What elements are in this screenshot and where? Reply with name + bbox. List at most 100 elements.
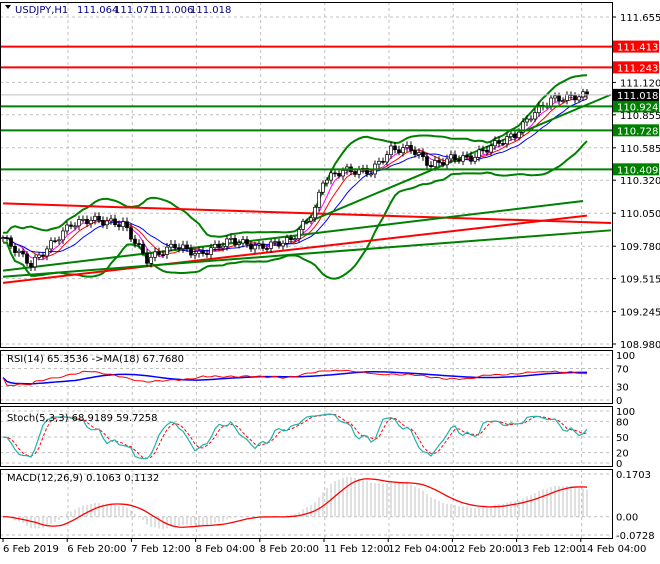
macd-panel[interactable]: [3, 477, 587, 529]
candle: [18, 248, 21, 256]
candle: [122, 218, 125, 231]
candle-body: [318, 192, 321, 207]
x-tick-label: 8 Feb 04:00: [196, 544, 255, 555]
candle-body: [494, 141, 497, 146]
candle: [30, 260, 33, 271]
level-price-label: 110.728: [617, 126, 658, 137]
candle-body: [102, 220, 105, 224]
candle: [334, 170, 337, 177]
candle-body: [242, 240, 245, 243]
candle: [54, 237, 57, 243]
y-tick-label: 70: [616, 365, 629, 376]
candle-body: [238, 243, 241, 245]
candle-body: [190, 249, 193, 255]
candle: [302, 219, 305, 234]
rsi-panel[interactable]: [3, 370, 587, 385]
candle: [406, 141, 409, 152]
candle-body: [466, 156, 469, 157]
current-price-label: 111.018: [617, 91, 658, 102]
candle-body: [254, 245, 257, 249]
candle-body: [562, 101, 565, 102]
candle: [70, 221, 73, 229]
candle: [270, 239, 273, 253]
candle-body: [186, 245, 189, 249]
candle: [378, 158, 381, 168]
candle-body: [426, 157, 429, 166]
candle-body: [422, 152, 425, 156]
candle: [554, 93, 557, 103]
candle-body: [390, 146, 393, 155]
candle-body: [162, 255, 165, 256]
candle-body: [58, 240, 61, 241]
candle-body: [202, 251, 205, 253]
candle-body: [518, 132, 521, 137]
candle-body: [490, 146, 493, 152]
candle-body: [298, 229, 301, 238]
candle-body: [478, 150, 481, 158]
candle-body: [438, 160, 441, 162]
candle: [410, 141, 413, 154]
candle-body: [226, 239, 229, 246]
candle-body: [154, 252, 157, 257]
candle-body: [210, 248, 213, 255]
candle: [458, 156, 461, 164]
candle-body: [150, 257, 153, 263]
candle: [2, 235, 5, 242]
candle-body: [274, 242, 277, 243]
candle: [278, 239, 281, 249]
y-tick-label: -0.0728: [616, 531, 655, 542]
candle-body: [370, 174, 373, 175]
candle: [198, 247, 201, 258]
candle: [78, 216, 81, 230]
x-tick-label: 8 Feb 20:00: [260, 544, 319, 555]
candle-body: [138, 244, 141, 245]
candle-body: [458, 160, 461, 161]
candle-body: [506, 137, 509, 144]
candle-body: [106, 221, 109, 225]
candle-body: [354, 172, 357, 175]
candle-body: [498, 141, 501, 144]
candle-body: [322, 183, 325, 192]
candle-body: [442, 162, 445, 164]
candle-body: [402, 148, 405, 153]
candle-body: [22, 251, 25, 254]
candle-body: [46, 249, 49, 256]
trendline: [3, 230, 611, 276]
candle: [258, 241, 261, 250]
y-tick-label: 108.980: [620, 340, 660, 351]
chart-canvas[interactable]: 111.655111.120110.855110.585110.320110.0…: [0, 0, 660, 560]
candle: [106, 217, 109, 229]
y-tick-label: 30: [616, 383, 629, 394]
candle-body: [18, 251, 21, 252]
candle: [318, 190, 321, 212]
candle: [6, 235, 9, 241]
candle-body: [450, 155, 453, 159]
candle-body: [326, 180, 329, 183]
candle-body: [198, 251, 201, 253]
dropdown-triangle-icon[interactable]: [5, 5, 11, 9]
candle: [170, 240, 173, 251]
candle-body: [26, 254, 29, 263]
candle-body: [14, 246, 17, 252]
y-tick-label: 0.00: [616, 513, 638, 524]
candle-body: [86, 219, 89, 223]
candle: [26, 251, 29, 266]
candle-body: [566, 95, 569, 101]
candle: [182, 241, 185, 253]
candle-body: [290, 237, 293, 239]
candle: [126, 218, 129, 232]
candle: [42, 252, 45, 260]
y-tick-label: 110.050: [620, 209, 660, 220]
ohlc-close: 111.018: [190, 5, 231, 16]
candle-body: [278, 242, 281, 246]
candle: [282, 240, 285, 249]
candle: [146, 249, 149, 267]
candle: [574, 92, 577, 103]
candle-body: [130, 228, 133, 239]
candle-body: [98, 216, 101, 220]
candle-body: [418, 152, 421, 154]
candle-body: [38, 255, 41, 257]
candle: [202, 247, 205, 257]
trendline: [303, 95, 611, 225]
candle-body: [258, 244, 261, 245]
